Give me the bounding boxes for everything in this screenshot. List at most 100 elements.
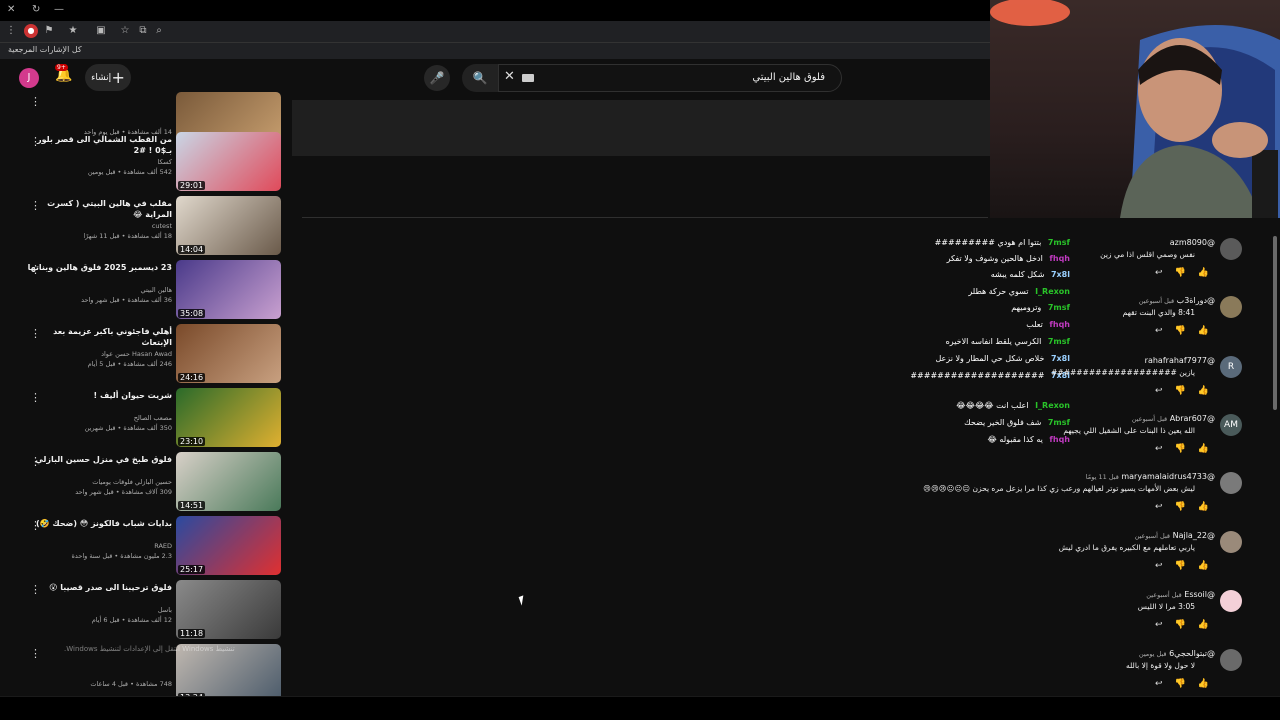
video-title[interactable]: فلوق طبخ في منزل حسين البازلي	[22, 454, 172, 465]
puzzle-icon[interactable]: ▣	[94, 24, 108, 38]
like-icon[interactable]: 👍	[1198, 386, 1209, 396]
bookmarks-all-label[interactable]: كل الإشارات المرجعية	[8, 45, 82, 54]
minimize-icon[interactable]: —	[54, 4, 64, 15]
channel-name[interactable]: حسين البازلي فلوقات يوميات	[22, 478, 172, 486]
dislike-icon[interactable]: 👎	[1175, 268, 1186, 278]
star-outline-icon[interactable]: ☆	[118, 24, 132, 38]
comment-avatar[interactable]: AM	[1220, 414, 1242, 436]
refresh-icon[interactable]: ↻	[32, 4, 40, 15]
close-icon[interactable]: ✕	[7, 4, 15, 15]
create-button[interactable]: إنشاء +	[85, 64, 131, 91]
comment-avatar[interactable]	[1220, 296, 1242, 318]
reply-icon[interactable]: ↩	[1155, 386, 1163, 396]
like-icon[interactable]: 👍	[1198, 268, 1209, 278]
more-options-icon[interactable]: ⋮	[30, 647, 41, 660]
channel-name[interactable]: هالين البيتي	[22, 286, 172, 294]
video-title[interactable]: مقلب في هالين البيتي ( كسرت المراية 😂	[22, 198, 172, 220]
channel-name[interactable]: RAED	[22, 542, 172, 550]
more-options-icon[interactable]: ⋮	[30, 519, 41, 532]
comment-author[interactable]: @تبتوالحجي6	[1169, 649, 1215, 658]
channel-name[interactable]: Hasan Awad حسن عواد	[22, 350, 172, 358]
more-options-icon[interactable]: ⋮	[30, 583, 41, 596]
comment-author[interactable]: @rahafrahaf7977	[1145, 356, 1215, 365]
search-small-icon[interactable]: ⌕	[152, 24, 166, 38]
reply-icon[interactable]: ↩	[1155, 620, 1163, 630]
bookmark-star-icon[interactable]: ★	[66, 24, 80, 38]
recommendation-item[interactable]: 13:24748 مشاهدة • قبل 4 ساعات⋮	[0, 644, 290, 704]
menu-dots-icon[interactable]: ⋮	[4, 24, 18, 38]
dislike-icon[interactable]: 👎	[1175, 502, 1186, 512]
comment-avatar[interactable]	[1220, 649, 1242, 671]
recommendation-item[interactable]: 24:16 أهلي فاجئوني باكبر عزيمة بعد الإبتع…	[0, 324, 290, 384]
like-icon[interactable]: 👍	[1198, 326, 1209, 336]
like-icon[interactable]: 👍	[1198, 679, 1209, 689]
more-options-icon[interactable]: ⋮	[30, 199, 41, 212]
comment-author[interactable]: @maryamalaidrus4733	[1121, 472, 1215, 481]
video-title[interactable]: من القطب الشمالي الى قصر بلور بـ$0 ! #2	[22, 134, 172, 156]
dislike-icon[interactable]: 👎	[1175, 679, 1186, 689]
comment-author[interactable]: @Essoil	[1184, 590, 1215, 599]
reply-icon[interactable]: ↩	[1155, 326, 1163, 336]
reply-icon[interactable]: ↩	[1155, 444, 1163, 454]
comment-avatar[interactable]: R	[1220, 356, 1242, 378]
recommendation-item[interactable]: 14:51 فلوق طبخ في منزل حسين البازلي حسين ا…	[0, 452, 290, 512]
comment-avatar[interactable]	[1220, 531, 1242, 553]
comment-author[interactable]: @دوراة3ب	[1177, 296, 1215, 305]
dislike-icon[interactable]: 👎	[1175, 561, 1186, 571]
recommendation-item[interactable]: 14:04 مقلب في هالين البيتي ( كسرت المراية…	[0, 196, 290, 256]
window-titlebar: ✕ ↻ —	[0, 0, 990, 21]
reply-icon[interactable]: ↩	[1155, 268, 1163, 278]
reply-icon[interactable]: ↩	[1155, 679, 1163, 689]
video-stats: 748 مشاهدة • قبل 4 ساعات	[90, 680, 172, 688]
notifications-bell-icon[interactable]: 🔔 9+	[55, 64, 75, 87]
youtube-tab-icon[interactable]: ●	[24, 24, 38, 38]
more-options-icon[interactable]: ⋮	[30, 391, 41, 404]
clear-search-icon[interactable]: ✕	[504, 69, 518, 87]
search-box: 🔍 فلوق هالين البيتي ✕	[462, 64, 842, 92]
comment-author[interactable]: @azm8090	[1170, 238, 1215, 247]
dislike-icon[interactable]: 👎	[1175, 620, 1186, 630]
more-options-icon[interactable]: ⋮	[30, 327, 41, 340]
like-icon[interactable]: 👍	[1198, 561, 1209, 571]
like-icon[interactable]: 👍	[1198, 620, 1209, 630]
keyboard-icon[interactable]	[522, 74, 534, 82]
video-title[interactable]: فلوق ترحيبنا الى صدر قصيبا 😮	[22, 582, 172, 593]
channel-name[interactable]: cutest	[22, 222, 172, 230]
channel-name[interactable]: كسكا	[22, 158, 172, 166]
extension-icon[interactable]: ⚑	[42, 24, 56, 38]
dislike-icon[interactable]: 👎	[1175, 386, 1186, 396]
more-options-icon[interactable]: ⋮	[30, 455, 41, 468]
account-avatar[interactable]: J	[19, 68, 39, 88]
comment-avatar[interactable]	[1220, 590, 1242, 612]
reply-icon[interactable]: ↩	[1155, 502, 1163, 512]
comment-author[interactable]: @Abrar607	[1170, 414, 1215, 423]
search-input[interactable]: فلوق هالين البيتي	[498, 64, 842, 92]
comment-avatar[interactable]	[1220, 238, 1242, 260]
comment-avatar[interactable]	[1220, 472, 1242, 494]
video-title[interactable]: 23 ديسمبر 2025 فلوق هالين وبناتها	[22, 262, 172, 273]
reply-icon[interactable]: ↩	[1155, 561, 1163, 571]
more-options-icon[interactable]: ⋮	[30, 135, 41, 148]
like-icon[interactable]: 👍	[1198, 502, 1209, 512]
voice-search-mic-icon[interactable]: 🎤	[424, 65, 450, 91]
channel-name[interactable]: باسل	[22, 606, 172, 614]
search-icon[interactable]: 🔍	[462, 64, 498, 92]
recommendation-item[interactable]: 29:01 من القطب الشمالي الى قصر بلور بـ$0 …	[0, 132, 290, 192]
more-options-icon[interactable]: ⋮	[30, 95, 41, 108]
video-title[interactable]: أهلي فاجئوني باكبر عزيمة بعد الإبتعاث	[22, 326, 172, 348]
comment-author[interactable]: @Najla_22	[1173, 531, 1215, 540]
comments-scrollbar[interactable]	[1273, 236, 1277, 410]
recommendation-item[interactable]: 35:08 23 ديسمبر 2025 فلوق هالين وبناتها ها…	[0, 260, 290, 320]
recommendation-item[interactable]: 23:10 شريت حيوان أليف ! مصعب الصالح 350 ألف…	[0, 388, 290, 448]
dislike-icon[interactable]: 👎	[1175, 326, 1186, 336]
dislike-icon[interactable]: 👎	[1175, 444, 1186, 454]
recommendation-item[interactable]: 25:17 بدايات شباب فالكونز 😳 (ضحك 🤣) RAED 2.…	[0, 516, 290, 576]
video-duration: 24:16	[178, 373, 206, 382]
video-title[interactable]: شريت حيوان أليف !	[22, 390, 172, 401]
share-icon[interactable]: ⧉	[136, 24, 150, 38]
video-title[interactable]: بدايات شباب فالكونز 😳 (ضحك 🤣)	[22, 518, 172, 529]
recommendation-item[interactable]: 11:18 فلوق ترحيبنا الى صدر قصيبا 😮 باسل 12 …	[0, 580, 290, 640]
like-icon[interactable]: 👍	[1198, 444, 1209, 454]
channel-name[interactable]: مصعب الصالح	[22, 414, 172, 422]
more-options-icon[interactable]: ⋮	[30, 263, 41, 276]
